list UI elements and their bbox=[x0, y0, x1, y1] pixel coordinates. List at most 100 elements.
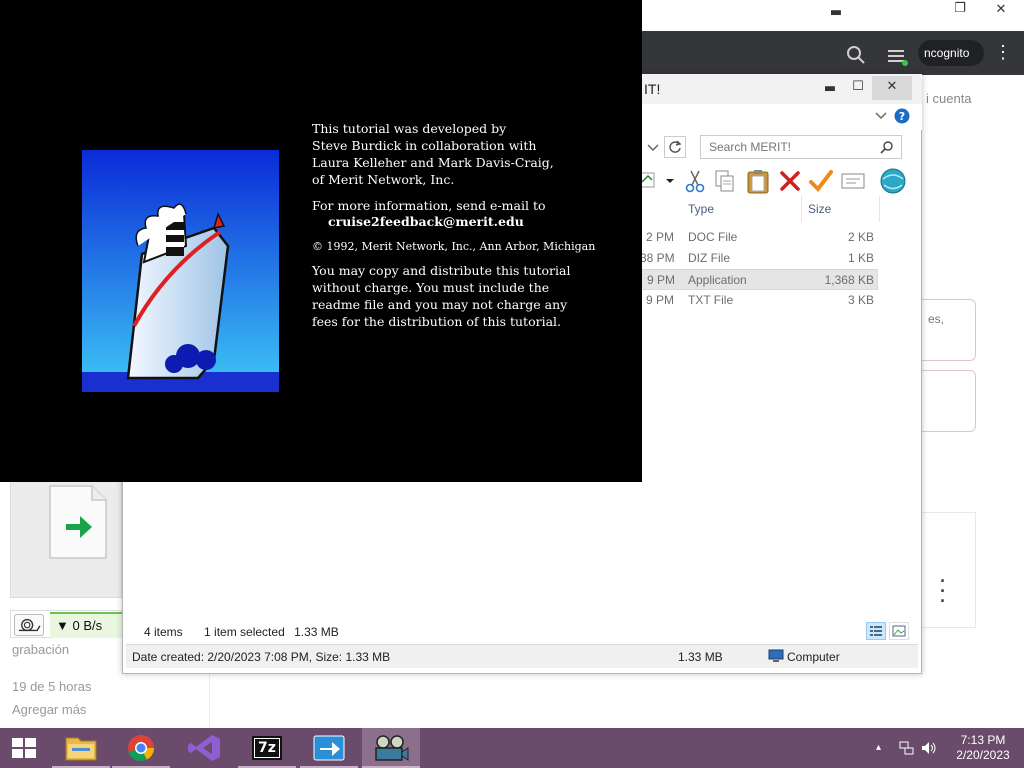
computer-icon bbox=[768, 649, 784, 662]
properties-dropdown-icon[interactable] bbox=[640, 168, 678, 194]
tray-overflow-chevron[interactable]: ▴ bbox=[876, 740, 886, 756]
file-row[interactable]: 38 PM DIZ File 1 KB bbox=[640, 248, 878, 269]
clock-time: 7:13 PM bbox=[960, 733, 1006, 747]
file-modified-time: 9 PM bbox=[646, 293, 675, 307]
properties-icon[interactable] bbox=[840, 168, 866, 194]
selection-size: 1.33 MB bbox=[294, 625, 339, 639]
file-row[interactable]: 9 PM TXT File 3 KB bbox=[640, 290, 878, 311]
add-more-link[interactable]: Agregar más bbox=[12, 702, 86, 717]
file-size: 2 KB bbox=[847, 230, 874, 244]
column-header-type[interactable]: Type bbox=[684, 196, 802, 222]
details-bar: Date created: 2/20/2023 7:08 PM, Size: 1… bbox=[126, 644, 918, 668]
file-modified-time: 9 PM bbox=[647, 273, 676, 287]
credit-line-4: of Merit Network, Inc. bbox=[312, 172, 455, 187]
taskbar-file-explorer[interactable] bbox=[52, 728, 110, 768]
large-icons-view-icon bbox=[892, 625, 906, 637]
7zip-label: 7z bbox=[255, 739, 279, 757]
file-size: 1,368 KB bbox=[824, 273, 874, 287]
refresh-icon[interactable] bbox=[664, 136, 686, 158]
item-count: 4 items bbox=[144, 625, 183, 639]
chrome-close-button[interactable]: ✕ bbox=[981, 0, 1021, 23]
file-size: 3 KB bbox=[847, 293, 874, 307]
details-location-text: Computer bbox=[787, 650, 840, 664]
selection-count: 1 item selected bbox=[204, 625, 285, 639]
credit-line-3: Laura Kelleher and Mark Davis-Craig, bbox=[312, 155, 554, 170]
incognito-badge[interactable]: ncognito bbox=[918, 40, 984, 66]
search-input[interactable]: Search MERIT! bbox=[700, 135, 902, 159]
more-options-icon[interactable]: · · · bbox=[940, 572, 946, 610]
clock-date: 2/20/2023 bbox=[956, 748, 1010, 762]
taskbar-7zip[interactable]: 7z bbox=[238, 728, 296, 768]
feedback-email: cruise2feedback@merit.edu bbox=[328, 214, 524, 229]
visual-studio-icon bbox=[188, 735, 220, 761]
rename-checkmark-icon[interactable] bbox=[808, 168, 834, 194]
start-button[interactable] bbox=[0, 728, 48, 768]
recording-label: grabación bbox=[12, 642, 70, 657]
copy-icon[interactable] bbox=[714, 168, 736, 194]
chrome-minimize-button[interactable]: ▬ bbox=[816, 2, 856, 26]
taskbar-chrome[interactable] bbox=[112, 728, 170, 768]
taskbar-installer[interactable] bbox=[300, 728, 358, 768]
file-size: 1 KB bbox=[847, 251, 874, 265]
file-row[interactable]: 2 PM DOC File 2 KB bbox=[640, 227, 878, 248]
cruise-ship-illustration bbox=[82, 150, 279, 392]
details-view-icon bbox=[870, 626, 882, 636]
delete-icon[interactable] bbox=[778, 168, 802, 194]
file-type: Application bbox=[688, 273, 747, 287]
file-type: DIZ File bbox=[688, 251, 730, 265]
help-icon[interactable]: ? bbox=[894, 108, 910, 124]
license-line-1: You may copy and distribute this tutoria… bbox=[312, 263, 571, 278]
file-type: TXT File bbox=[688, 293, 734, 307]
date-created-text: Date created: 2/20/2023 7:08 PM, Size: 1… bbox=[132, 650, 391, 664]
cut-icon[interactable] bbox=[684, 168, 706, 194]
chrome-maximize-button[interactable]: ❐ bbox=[940, 0, 980, 22]
address-dropdown-icon[interactable] bbox=[644, 136, 662, 158]
file-row-selected[interactable]: 9 PM Application 1,368 KB bbox=[640, 269, 878, 290]
explorer-close-button[interactable]: ✕ bbox=[872, 76, 912, 100]
file-modified-time: 2 PM bbox=[646, 230, 675, 244]
file-arrow-icon bbox=[49, 485, 107, 559]
column-header-size[interactable]: Size bbox=[804, 196, 880, 222]
info-line: For more information, send e-mail to bbox=[312, 198, 546, 213]
search-icon[interactable] bbox=[880, 140, 894, 154]
background-card bbox=[918, 299, 976, 361]
copyright-line: © 1992, Merit Network, Inc., Ann Arbor, … bbox=[312, 240, 596, 253]
menu-icon[interactable] bbox=[886, 46, 908, 66]
credit-line-1: This tutorial was developed by bbox=[312, 121, 507, 136]
hours-label: 19 de 5 horas bbox=[12, 679, 92, 694]
large-icons-view-button[interactable] bbox=[889, 622, 909, 640]
taskbar-visual-studio[interactable] bbox=[176, 728, 234, 768]
system-clock[interactable]: 7:13 PM 2/20/2023 bbox=[950, 733, 1016, 763]
credit-line-2: Steve Burdick in collaboration with bbox=[312, 138, 537, 153]
explorer-title: IT! bbox=[644, 81, 661, 97]
chevron-down-icon[interactable] bbox=[874, 110, 888, 122]
globe-icon[interactable] bbox=[878, 166, 908, 196]
license-line-2: without charge. You must include the bbox=[312, 280, 550, 295]
background-card-text: es, bbox=[928, 312, 945, 326]
explorer-toolbar bbox=[640, 166, 912, 196]
license-line-4: fees for the distribution of this tutori… bbox=[312, 314, 561, 329]
file-type: DOC File bbox=[688, 230, 738, 244]
7zip-icon: 7z bbox=[252, 736, 282, 760]
paste-icon[interactable] bbox=[746, 168, 770, 194]
installer-arrow-icon bbox=[313, 735, 345, 761]
svg-text:?: ? bbox=[899, 110, 905, 123]
windows-logo-icon bbox=[12, 738, 36, 758]
download-speed: ▼ 0 B/s bbox=[50, 612, 122, 638]
search-icon[interactable] bbox=[846, 45, 866, 65]
volume-icon[interactable] bbox=[920, 740, 938, 756]
background-list-card bbox=[918, 512, 976, 628]
network-icon[interactable] bbox=[898, 740, 914, 756]
details-size-text: 1.33 MB bbox=[678, 650, 723, 664]
chrome-icon bbox=[128, 735, 154, 762]
file-modified-time: 38 PM bbox=[640, 251, 675, 265]
account-text: i cuenta bbox=[926, 91, 972, 106]
taskbar-cruise-tutorial[interactable] bbox=[362, 728, 420, 768]
details-view-button[interactable] bbox=[866, 622, 886, 640]
license-line-3: readme file and you may not charge any bbox=[312, 297, 568, 312]
chrome-menu-kebab[interactable]: ⋮ bbox=[994, 40, 1012, 66]
snail-icon[interactable] bbox=[14, 614, 44, 636]
folder-icon bbox=[65, 737, 97, 761]
status-bar: 4 items 1 item selected 1.33 MB bbox=[144, 625, 339, 639]
film-projector-icon bbox=[375, 735, 409, 761]
